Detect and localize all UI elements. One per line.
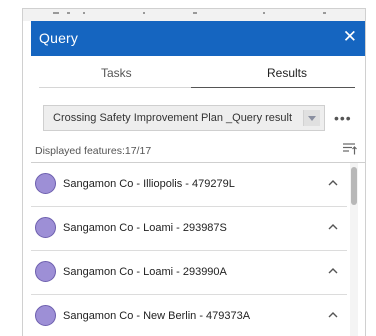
panel-title: Query (39, 30, 79, 46)
result-row[interactable]: Sangamon Co - Loami - 293987S (31, 207, 347, 251)
query-panel: Tasks Results Crossing Safety Improvemen… (31, 56, 365, 336)
tab-results[interactable]: Results (267, 66, 307, 80)
tab-tasks[interactable]: Tasks (101, 66, 132, 80)
feature-symbol-icon (35, 173, 56, 194)
feature-symbol-icon (35, 261, 56, 282)
sort-icon[interactable] (343, 143, 357, 155)
feature-symbol-icon (35, 305, 56, 326)
close-icon[interactable]: ✕ (343, 28, 357, 45)
more-options-icon[interactable]: ••• (334, 110, 352, 126)
query-result-select[interactable]: Crossing Safety Improvement Plan _Query … (43, 105, 325, 131)
chevron-up-icon[interactable] (327, 222, 339, 232)
chevron-up-icon[interactable] (327, 266, 339, 276)
result-label: Sangamon Co - Illiopolis - 479279L (63, 178, 235, 190)
widget-frame: Query ✕ Tasks Results Crossing Safety Im… (22, 8, 366, 336)
active-tab-underline (191, 87, 355, 88)
query-title-bar: Query ✕ (31, 21, 365, 56)
results-list: Sangamon Co - Illiopolis - 479279L Sanga… (31, 163, 365, 336)
map-background-strip (23, 9, 365, 21)
query-result-select-value: Crossing Safety Improvement Plan _Query … (53, 112, 293, 124)
result-row[interactable]: Sangamon Co - Loami - 293990A (31, 251, 347, 295)
result-row[interactable]: Sangamon Co - New Berlin - 479373A (31, 295, 347, 336)
chevron-down-icon[interactable] (303, 110, 320, 126)
tab-bar: Tasks Results (31, 56, 365, 90)
scrollbar-thumb[interactable] (351, 167, 357, 205)
tab-divider (39, 87, 191, 88)
chevron-up-icon[interactable] (327, 310, 339, 320)
chevron-up-icon[interactable] (327, 178, 339, 188)
displayed-features-count: Displayed features:17/17 (35, 145, 152, 157)
result-row[interactable]: Sangamon Co - Illiopolis - 479279L (31, 163, 347, 207)
feature-symbol-icon (35, 217, 56, 238)
result-label: Sangamon Co - Loami - 293990A (63, 266, 227, 278)
results-scrollbar[interactable] (350, 163, 358, 336)
result-label: Sangamon Co - New Berlin - 479373A (63, 310, 251, 322)
result-label: Sangamon Co - Loami - 293987S (63, 222, 227, 234)
